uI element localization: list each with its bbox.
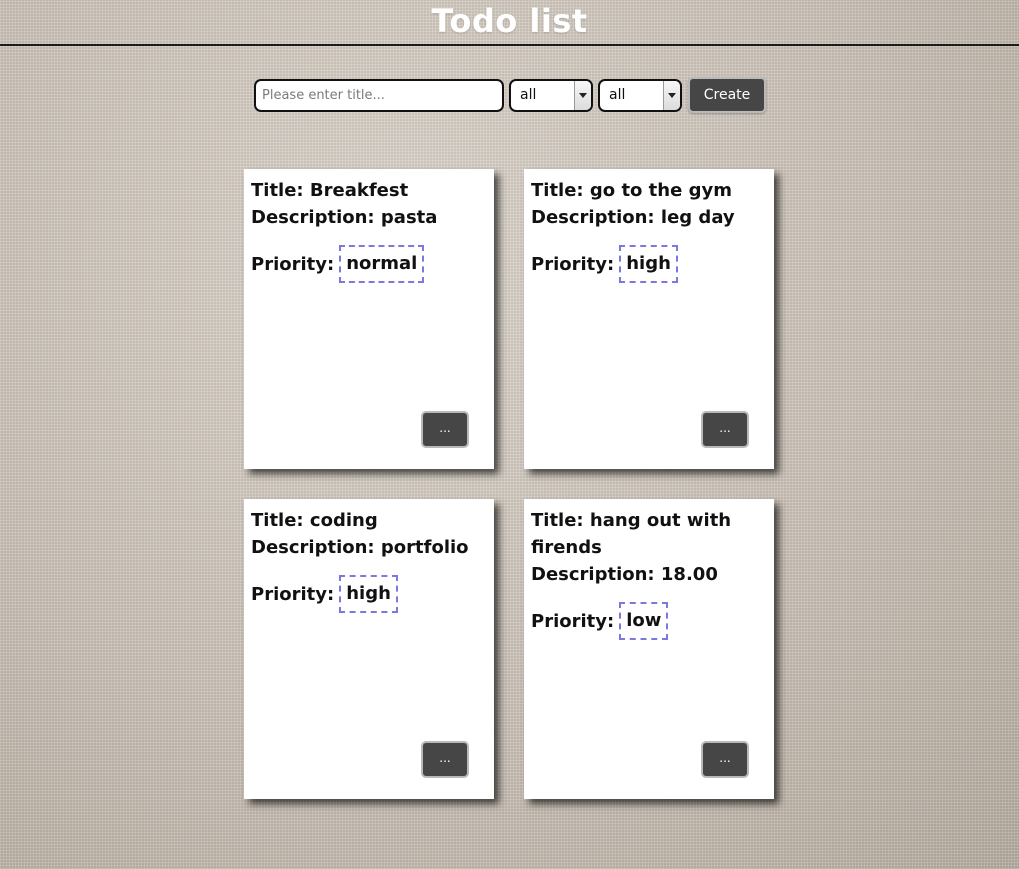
todo-title-value: Breakfest	[309, 180, 409, 201]
todo-description-value: portfolio	[380, 537, 469, 558]
todo-description: Description: 18.00	[531, 561, 768, 588]
more-options-button[interactable]: ...	[421, 411, 469, 448]
todo-priority: Priority: low	[531, 602, 768, 640]
more-options-button[interactable]: ...	[701, 741, 749, 778]
todo-card: Title: Breakfest Description: pasta Prio…	[244, 169, 494, 469]
filter-select-2[interactable]: all	[598, 78, 682, 112]
todo-description-value: pasta	[380, 207, 438, 228]
priority-badge: high	[339, 575, 398, 613]
todo-priority-label: Priority:	[531, 610, 615, 632]
todo-title: Title: Breakfest	[251, 177, 488, 204]
todo-title-value: go to the gym	[589, 180, 732, 201]
title-input[interactable]	[254, 78, 504, 112]
priority-badge: high	[619, 245, 678, 283]
todo-card: Title: go to the gym Description: leg da…	[524, 169, 774, 469]
todo-title: Title: hang out with firends	[531, 507, 768, 561]
filter-select-1-value: all	[520, 86, 537, 103]
todo-title-label: Title:	[251, 180, 304, 201]
more-options-button[interactable]: ...	[701, 411, 749, 448]
todo-card: Title: hang out with firends Description…	[524, 499, 774, 799]
todo-title-label: Title:	[531, 510, 584, 531]
chevron-down-icon[interactable]	[574, 80, 591, 110]
todo-description: Description: leg day	[531, 204, 768, 231]
todo-priority: Priority: high	[531, 245, 768, 283]
todo-title: Title: go to the gym	[531, 177, 768, 204]
todo-title-label: Title:	[531, 180, 584, 201]
todo-form: all all Create	[254, 77, 766, 113]
todo-priority: Priority: high	[251, 575, 488, 613]
page-title: Todo list	[431, 2, 588, 40]
todo-description-label: Description:	[531, 207, 655, 228]
create-button[interactable]: Create	[688, 77, 766, 113]
todo-description: Description: portfolio	[251, 534, 488, 561]
chevron-down-icon[interactable]	[663, 80, 680, 110]
priority-badge: low	[619, 602, 669, 640]
todo-card: Title: coding Description: portfolio Pri…	[244, 499, 494, 799]
more-options-button[interactable]: ...	[421, 741, 469, 778]
todo-description-label: Description:	[251, 207, 375, 228]
todo-title: Title: coding	[251, 507, 488, 534]
todo-priority: Priority: normal	[251, 245, 488, 283]
todo-description-value: 18.00	[660, 564, 718, 585]
todo-priority-label: Priority:	[251, 253, 335, 275]
todo-description-label: Description:	[531, 564, 655, 585]
todo-priority-label: Priority:	[531, 253, 615, 275]
filter-select-2-value: all	[609, 86, 626, 103]
todo-description-value: leg day	[660, 207, 735, 228]
todo-title-label: Title:	[251, 510, 304, 531]
priority-badge: normal	[339, 245, 425, 283]
todo-description-label: Description:	[251, 537, 375, 558]
page-header: Todo list	[0, 0, 1019, 46]
todo-title-value: coding	[309, 510, 378, 531]
todo-priority-label: Priority:	[251, 583, 335, 605]
filter-select-1[interactable]: all	[509, 78, 593, 112]
todo-description: Description: pasta	[251, 204, 488, 231]
